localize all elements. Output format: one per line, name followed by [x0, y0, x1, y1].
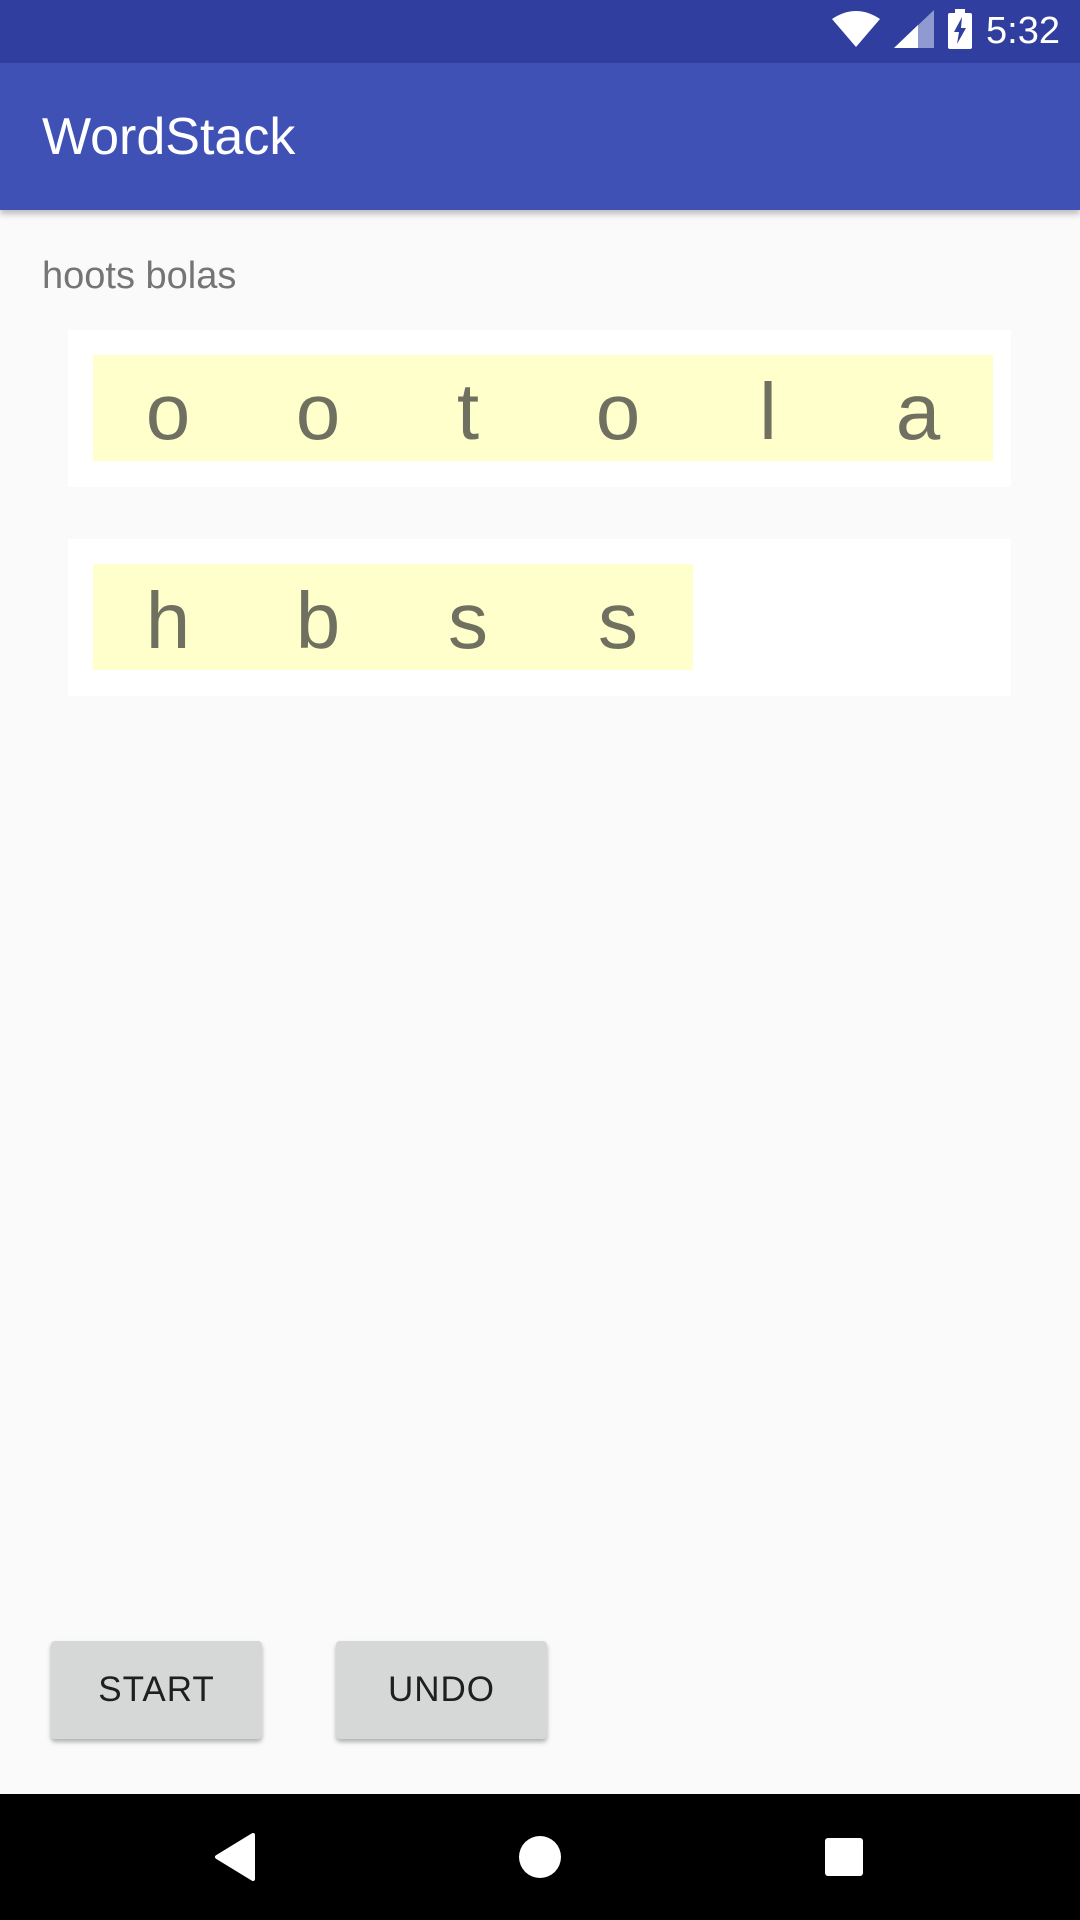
undo-button[interactable]: UNDO — [336, 1641, 547, 1739]
home-icon[interactable] — [480, 1794, 600, 1920]
app-title: WordStack — [42, 108, 296, 166]
status-time: 5:32 — [986, 10, 1060, 52]
status-icons: 5:32 — [832, 0, 1060, 63]
word-stack-two[interactable]: h b s s — [68, 539, 1011, 696]
target-words-text: hoots bolas — [42, 255, 237, 297]
letter-tile[interactable]: s — [543, 564, 693, 670]
app-bar: WordStack — [0, 63, 1080, 210]
letter-tile[interactable]: l — [693, 355, 843, 461]
letter-tile[interactable]: t — [393, 355, 543, 461]
letter-tile[interactable]: s — [393, 564, 543, 670]
cell-signal-icon — [894, 10, 935, 53]
recents-icon[interactable] — [784, 1794, 904, 1920]
start-button[interactable]: START — [51, 1641, 262, 1739]
navigation-bar — [0, 1794, 1080, 1920]
letter-tile[interactable]: a — [843, 355, 993, 461]
back-icon[interactable] — [175, 1794, 295, 1920]
word-stack-one[interactable]: o o t o l a — [68, 330, 1011, 487]
letter-tile[interactable]: o — [93, 355, 243, 461]
letter-tiles-one: o o t o l a — [93, 355, 993, 461]
letter-tile[interactable]: b — [243, 564, 393, 670]
letter-tile[interactable]: o — [543, 355, 693, 461]
letter-tiles-two: h b s s — [93, 564, 693, 670]
battery-charging-icon — [948, 9, 973, 54]
letter-tile[interactable]: o — [243, 355, 393, 461]
status-bar: 5:32 — [0, 0, 1080, 63]
screen: 5:32 WordStack hoots bolas o o t o l a h… — [0, 0, 1080, 1920]
letter-tile[interactable]: h — [93, 564, 243, 670]
wifi-icon — [832, 11, 881, 52]
